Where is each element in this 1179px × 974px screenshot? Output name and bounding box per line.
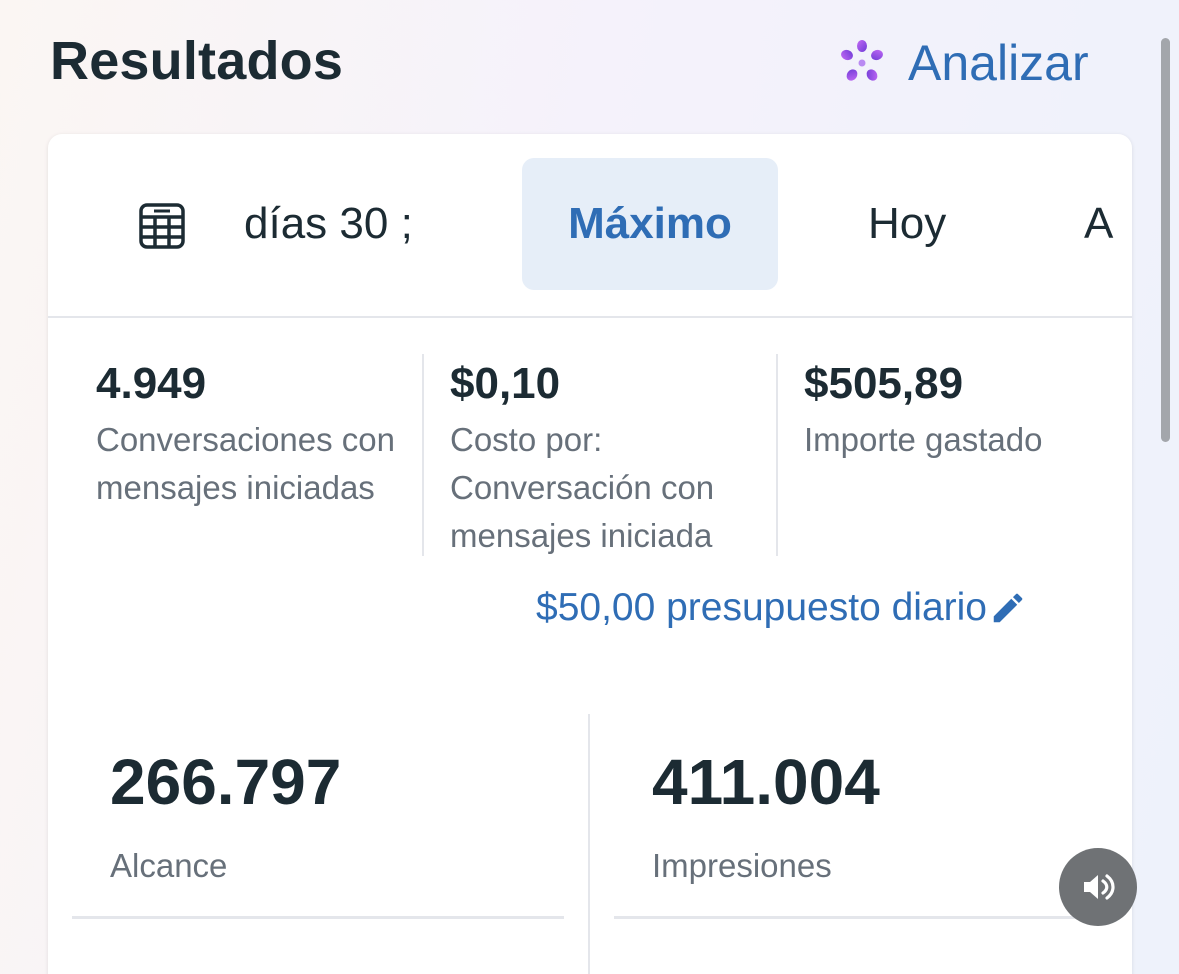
- tab-today-label: Hoy: [868, 199, 947, 248]
- analyze-button[interactable]: Analizar: [836, 34, 1089, 92]
- metric-cost-value: $0,10: [450, 359, 561, 408]
- speaker-icon: [1084, 874, 1115, 900]
- sparkle-flower-icon: [841, 40, 883, 81]
- tab-maximum-label: Máximo: [568, 199, 732, 248]
- calendar-button[interactable]: [128, 196, 196, 256]
- stat-impressions-value: 411.004: [652, 746, 880, 818]
- page-title: Resultados: [50, 31, 344, 91]
- date-range-tabs: ; 30 días Máximo Hoy A: [48, 134, 1132, 318]
- stat-divider: [72, 916, 564, 919]
- stat-column-divider: [588, 714, 590, 974]
- stat-divider: [614, 916, 1094, 919]
- metric-spent-value: $505,89: [804, 359, 964, 408]
- stat-reach-value: 266.797: [110, 746, 342, 818]
- metric-conversations-value: 4.949: [96, 359, 207, 408]
- metric-divider: [422, 354, 424, 556]
- metric-amount-spent[interactable]: $505,89 Importe gastado: [804, 358, 1104, 464]
- tab-today[interactable]: Hoy: [868, 158, 946, 290]
- metric-cost-label: Costo por: Conversación con mensajes ini…: [450, 421, 715, 554]
- tab-maximum[interactable]: Máximo: [522, 158, 778, 290]
- sound-toggle-button[interactable]: [1059, 848, 1137, 926]
- calendar-table-icon: [139, 203, 185, 249]
- results-card: ; 30 días Máximo Hoy A 4.949 Conversacio…: [48, 134, 1132, 974]
- metric-conversations[interactable]: 4.949 Conversaciones con mensajes inicia…: [96, 358, 416, 512]
- metric-divider: [776, 354, 778, 556]
- analyze-label: Analizar: [908, 35, 1089, 91]
- daily-budget-link[interactable]: $50,00 presupuesto diario: [536, 586, 1027, 630]
- stat-impressions[interactable]: 411.004 Impresiones: [652, 744, 880, 886]
- tab-next-truncated[interactable]: A: [1084, 158, 1113, 290]
- tab-last-30-days[interactable]: ; 30 días: [244, 158, 474, 290]
- tab-last-30-days-label: ; 30 días: [244, 199, 413, 248]
- metric-spent-label: Importe gastado: [804, 421, 1043, 458]
- pencil-edit-icon: [993, 593, 1023, 623]
- stat-reach[interactable]: 266.797 Alcance: [110, 744, 341, 886]
- metric-conversations-label: Conversaciones con mensajes iniciadas: [96, 421, 395, 506]
- tab-next-label: A: [1084, 199, 1114, 248]
- stat-reach-label: Alcance: [110, 847, 228, 884]
- page-scrollbar[interactable]: [1161, 38, 1170, 442]
- metric-cost-per-conversation[interactable]: $0,10 Costo por: Conversación con mensaj…: [450, 358, 760, 560]
- daily-budget-label: $50,00 presupuesto diario: [536, 586, 987, 629]
- stat-impressions-label: Impresiones: [652, 847, 832, 884]
